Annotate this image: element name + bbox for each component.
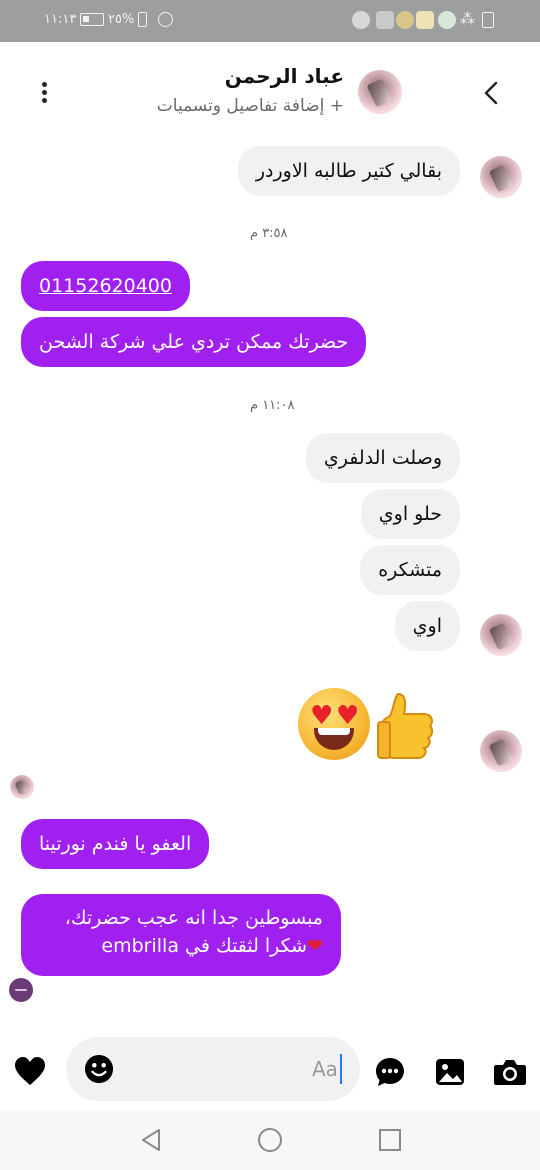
sender-avatar bbox=[480, 614, 522, 656]
alarm-icon bbox=[158, 12, 173, 27]
emoji-icon[interactable] bbox=[84, 1054, 114, 1084]
sender-avatar bbox=[480, 730, 522, 772]
chat-header bbox=[0, 42, 540, 142]
heart-icon: ❤ bbox=[307, 935, 323, 957]
snapchat-icon bbox=[352, 11, 370, 29]
vibrate-icon bbox=[138, 12, 147, 27]
contact-avatar[interactable] bbox=[358, 70, 402, 114]
nav-home-icon[interactable] bbox=[257, 1127, 283, 1153]
message-line: ❤شكرا لثقتك في embrilla bbox=[101, 935, 323, 957]
message-line: مبسوطين جدا انه عجب حضرتك، bbox=[64, 907, 323, 929]
message-incoming[interactable]: متشكره bbox=[360, 545, 460, 595]
more-vertical-icon[interactable] bbox=[34, 80, 54, 106]
chat-bubble-icon[interactable] bbox=[374, 1056, 406, 1088]
message-timestamp: ٣:٥٨ م bbox=[250, 226, 288, 241]
sim-icon bbox=[482, 12, 494, 28]
message-incoming[interactable]: وصلت الدلفري bbox=[305, 433, 460, 483]
text-cursor bbox=[340, 1054, 342, 1084]
sender-avatar bbox=[480, 156, 522, 198]
message-incoming[interactable]: بقالي كتير طالبه الاوردر bbox=[237, 146, 460, 196]
battery-percent: ٢٥% bbox=[108, 12, 135, 27]
photos-icon bbox=[376, 11, 394, 29]
seen-by-avatar bbox=[9, 978, 33, 1002]
back-chevron-icon[interactable] bbox=[480, 80, 504, 106]
add-details-link[interactable]: + إضافة تفاصيل وتسميات bbox=[157, 96, 344, 116]
message-incoming[interactable]: اوي bbox=[394, 601, 460, 651]
message-outgoing[interactable]: العفو يا فندم نورتينا bbox=[21, 819, 210, 869]
message-incoming[interactable]: حلو اوي bbox=[360, 489, 460, 539]
app-icon bbox=[396, 11, 414, 29]
nav-back-icon[interactable] bbox=[139, 1128, 163, 1152]
message-outgoing-phone-link[interactable]: 01152620400 bbox=[21, 261, 190, 311]
gallery-icon[interactable] bbox=[434, 1056, 466, 1088]
battery-icon bbox=[80, 13, 104, 26]
whatsapp-icon bbox=[438, 11, 456, 29]
wifi-icon: ⁂ bbox=[460, 10, 475, 28]
message-outgoing[interactable]: مبسوطين جدا انه عجب حضرتك، ❤شكرا لثقتك ف… bbox=[21, 894, 341, 976]
message-input-placeholder: Aa bbox=[312, 1057, 338, 1081]
status-time: ١١:١٣ bbox=[44, 12, 77, 27]
heart-icon[interactable] bbox=[14, 1056, 46, 1086]
thumbs-up-emoji-icon[interactable] bbox=[376, 690, 436, 760]
camera-icon[interactable] bbox=[493, 1057, 527, 1087]
message-outgoing[interactable]: حضرتك ممكن تردي علي شركة الشحن bbox=[21, 317, 367, 367]
contact-name[interactable]: عباد الرحمن bbox=[225, 64, 344, 88]
heart-eyes-emoji-icon[interactable]: ♥ ♥ bbox=[298, 688, 370, 760]
notification-app-icon bbox=[416, 11, 434, 29]
message-timestamp: ١١:٠٨ م bbox=[250, 398, 295, 413]
status-bar: ١١:١٣ ٢٥% ⁂ bbox=[0, 0, 540, 42]
read-receipt-avatar bbox=[10, 775, 34, 799]
nav-recents-icon[interactable] bbox=[378, 1128, 402, 1152]
